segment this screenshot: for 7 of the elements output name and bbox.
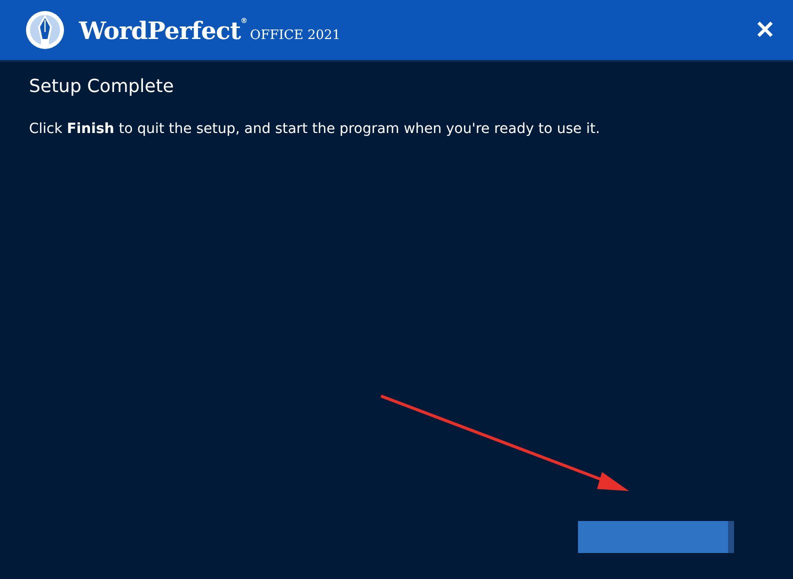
pen-nib-logo-icon [25, 10, 65, 50]
close-button[interactable]: ✕ [751, 16, 779, 44]
brand-name: WordPerfect$^{®}$ [79, 16, 248, 44]
finish-button[interactable] [578, 521, 734, 553]
product-name: OFFICE 2021 [250, 28, 341, 42]
instruction-text: Click Finish to quit the setup, and start the program when you're ready to use it. [29, 121, 601, 137]
page-heading: Setup Complete [29, 76, 175, 97]
